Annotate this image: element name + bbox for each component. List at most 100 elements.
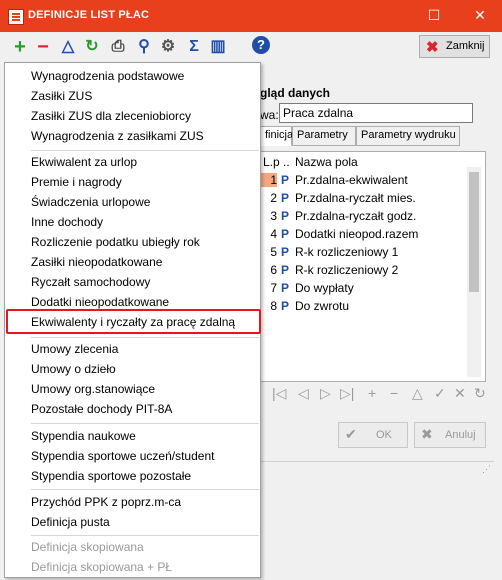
ok-button[interactable]: ✔ OK	[338, 422, 408, 448]
menu-item[interactable]: Wynagrodzenia z zasiłkami ZUS	[31, 129, 204, 143]
close-button-label: Zamknij	[446, 40, 485, 52]
table-row[interactable]: 3 P Pr.zdalna-ryczałt godz.	[261, 209, 471, 227]
name-input[interactable]: Praca zdalna	[279, 103, 473, 123]
cancel-record-icon[interactable]: ✕	[454, 385, 466, 402]
insert-record-icon[interactable]: +	[368, 385, 376, 401]
add-icon[interactable]: +	[10, 37, 30, 57]
menu-item[interactable]: Umowy org.stanowiące	[31, 382, 155, 396]
grid-header-lp[interactable]: L.p	[263, 155, 280, 169]
row-lp: 3	[270, 209, 277, 223]
move-up-icon[interactable]: △	[58, 37, 78, 57]
menu-item[interactable]: Świadczenia urlopowe	[31, 195, 150, 209]
tab-parametry[interactable]: Parametry	[292, 126, 356, 146]
remove-icon[interactable]: −	[33, 37, 53, 57]
menu-item[interactable]: Zasiłki nieopodatkowane	[31, 255, 162, 269]
menu-item[interactable]: Umowy o dzieło	[31, 362, 116, 376]
row-lp: 8	[270, 299, 277, 313]
cancel-button[interactable]: ✖ Anuluj	[414, 422, 486, 448]
menu-item[interactable]: Stypendia sportowe uczeń/student	[31, 449, 214, 463]
table-row[interactable]: 7 P Do wypłaty	[261, 281, 471, 299]
menu-item[interactable]: Umowy zlecenia	[31, 342, 118, 356]
row-type-icon: P	[281, 227, 290, 241]
columns-icon[interactable]: ▥	[208, 37, 228, 57]
table-row[interactable]: 5 P R-k rozliczeniowy 1	[261, 245, 471, 263]
tab-definicja[interactable]: finicja	[260, 126, 293, 146]
menu-item[interactable]: Przychód PPK z poprz.m-ca	[31, 495, 181, 509]
table-row[interactable]: 2 P Pr.zdalna-ryczałt mies.	[261, 191, 471, 209]
add-definition-menu: Wynagrodzenia podstawowe Zasiłki ZUS Zas…	[4, 62, 261, 578]
ok-button-label: OK	[376, 429, 392, 441]
title-bar: DEFINICJE LIST PŁAC ☐ ✕	[0, 0, 502, 32]
row-type-icon: P	[281, 245, 290, 259]
row-name: R-k rozliczeniowy 2	[295, 263, 399, 277]
menu-item[interactable]: Definicja pusta	[31, 515, 110, 529]
row-type-icon: P	[281, 281, 290, 295]
menu-item[interactable]: Pozostałe dochody PIT-8A	[31, 402, 172, 416]
menu-item[interactable]: Zasiłki ZUS	[31, 89, 92, 103]
menu-item[interactable]: Wynagrodzenia podstawowe	[31, 69, 184, 83]
table-row[interactable]: 4 P Dodatki nieopod.razem	[261, 227, 471, 245]
menu-separator	[31, 150, 259, 151]
close-x-icon: ✖	[426, 39, 439, 56]
last-record-icon[interactable]: ▷|	[340, 385, 354, 402]
grid-scrollbar[interactable]	[467, 167, 481, 377]
row-name: Do wypłaty	[295, 281, 354, 295]
menu-separator	[31, 337, 259, 338]
row-type-icon: P	[281, 209, 290, 223]
row-name: Pr.zdalna-ryczałt mies.	[295, 191, 416, 205]
menu-item[interactable]: Zasiłki ZUS dla zleceniobiorcy	[31, 109, 191, 123]
row-name: Pr.zdalna-ryczałt godz.	[295, 209, 417, 223]
delete-record-icon[interactable]: −	[390, 385, 398, 401]
menu-item[interactable]: Premie i nagrody	[31, 175, 122, 189]
menu-item[interactable]: Stypendia naukowe	[31, 429, 136, 443]
row-type-icon: P	[281, 173, 290, 187]
window-title: DEFINICJE LIST PŁAC	[28, 9, 150, 21]
next-record-icon[interactable]: ▷	[320, 385, 331, 402]
refresh-record-icon[interactable]: ↻	[474, 385, 486, 402]
grid-navigator: |◁ ◁ ▷ ▷| + − △ ✓ ✕ ↻	[260, 383, 486, 405]
close-button[interactable]: ✖ Zamknij	[419, 35, 490, 58]
help-icon[interactable]: ?	[252, 36, 270, 54]
menu-item[interactable]: Ryczałt samochodowy	[31, 275, 150, 289]
data-panel: gląd danych wa: Praca zdalna finicja Par…	[260, 80, 494, 460]
group-title: gląd danych	[260, 86, 331, 100]
table-row[interactable]: 1 P Pr.zdalna-ekwiwalent	[261, 173, 471, 191]
row-lp: 1	[261, 173, 277, 187]
maximize-icon[interactable]: ☐	[422, 4, 446, 26]
row-name: Pr.zdalna-ekwiwalent	[295, 173, 408, 187]
cancel-x-icon: ✖	[421, 426, 433, 442]
print-icon[interactable]: ⎙	[108, 37, 128, 57]
menu-separator	[31, 423, 259, 424]
first-record-icon[interactable]: |◁	[272, 385, 286, 402]
row-name: Do zwrotu	[295, 299, 350, 313]
row-name: R-k rozliczeniowy 1	[295, 245, 399, 259]
menu-item[interactable]: Ekwiwalent za urlop	[31, 155, 137, 169]
close-icon[interactable]: ✕	[468, 4, 492, 26]
tab-parametry-wydruku[interactable]: Parametry wydruku	[356, 126, 460, 146]
search-icon[interactable]: ⚲	[134, 37, 154, 57]
row-lp: 6	[270, 263, 277, 277]
menu-item[interactable]: Dodatki nieopodatkowane	[31, 295, 169, 309]
settings-icon[interactable]: ⚙	[158, 37, 178, 57]
grid-header-dots[interactable]: ..	[283, 155, 290, 169]
row-name: Dodatki nieopod.razem	[295, 227, 419, 241]
row-type-icon: P	[281, 263, 290, 277]
menu-separator	[31, 489, 259, 490]
sum-icon[interactable]: Σ	[184, 37, 204, 57]
edit-record-icon[interactable]: △	[412, 385, 423, 402]
refresh-icon[interactable]: ↻	[82, 37, 102, 57]
app-icon	[8, 9, 24, 25]
menu-item-disabled: Definicja skopiowana + PŁ	[31, 560, 173, 574]
post-record-icon[interactable]: ✓	[434, 385, 446, 402]
resize-grip-icon[interactable]: ⋰	[482, 464, 492, 474]
scroll-thumb[interactable]	[469, 172, 479, 292]
menu-item[interactable]: Rozliczenie podatku ubiegły rok	[31, 235, 200, 249]
menu-item[interactable]: Inne dochody	[31, 215, 103, 229]
prev-record-icon[interactable]: ◁	[298, 385, 309, 402]
row-lp: 4	[270, 227, 277, 241]
grid-header-name[interactable]: Nazwa pola	[295, 155, 358, 169]
table-row[interactable]: 8 P Do zwrotu	[261, 299, 471, 317]
table-row[interactable]: 6 P R-k rozliczeniowy 2	[261, 263, 471, 281]
cancel-button-label: Anuluj	[445, 429, 476, 441]
menu-item[interactable]: Stypendia sportowe pozostałe	[31, 469, 191, 483]
